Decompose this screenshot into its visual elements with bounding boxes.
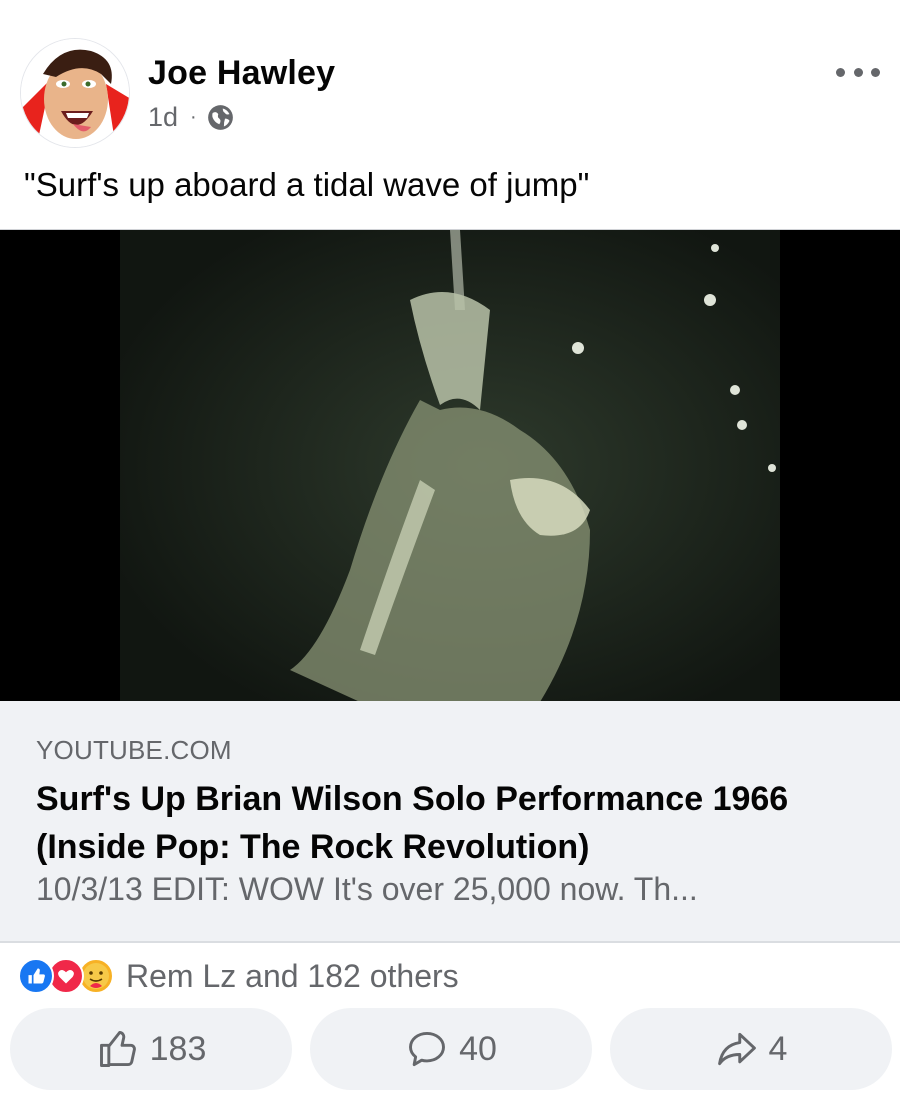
reaction-summary[interactable]: Rem Lz and 182 others [18, 956, 459, 996]
meta-separator: · [190, 105, 197, 128]
link-preview-card[interactable]: YOUTUBE.COM Surf's Up Brian Wilson Solo … [0, 701, 900, 943]
dot-icon [871, 67, 880, 77]
globe-icon [207, 104, 234, 131]
dot-icon [836, 67, 845, 77]
caricature-avatar-image [21, 39, 129, 147]
post-actions: 183 40 4 [10, 1008, 892, 1090]
reaction-icons [18, 958, 114, 994]
post-timestamp[interactable]: 1d [148, 102, 178, 133]
video-frame-image [120, 230, 780, 701]
share-button[interactable]: 4 [610, 1008, 892, 1090]
post-header: Joe Hawley 1d · [0, 0, 900, 150]
link-title: Surf's Up Brian Wilson Solo Performance … [36, 780, 789, 866]
post-caption: "Surf's up aboard a tidal wave of jump" [24, 166, 590, 203]
comment-button[interactable]: 40 [310, 1008, 592, 1090]
comment-bubble-icon [409, 1031, 446, 1067]
thumbs-up-icon [99, 1031, 136, 1067]
video-thumbnail[interactable] [0, 229, 900, 701]
reaction-summary-text: Rem Lz and 182 others [126, 957, 459, 994]
like-count: 183 [149, 1029, 207, 1068]
author-avatar[interactable] [20, 38, 130, 148]
like-icon [18, 958, 54, 994]
author-name[interactable]: Joe Hawley [148, 54, 335, 93]
link-domain: YOUTUBE.COM [36, 735, 232, 765]
share-count: 4 [768, 1029, 788, 1068]
comment-count: 40 [459, 1029, 497, 1068]
like-button[interactable]: 183 [10, 1008, 292, 1090]
share-arrow-icon [717, 1032, 756, 1066]
post-meta: 1d · [148, 100, 234, 134]
more-options-button[interactable] [836, 62, 880, 82]
link-description: 10/3/13 EDIT: WOW It's over 25,000 now. … [36, 871, 698, 907]
dot-icon [853, 67, 863, 77]
